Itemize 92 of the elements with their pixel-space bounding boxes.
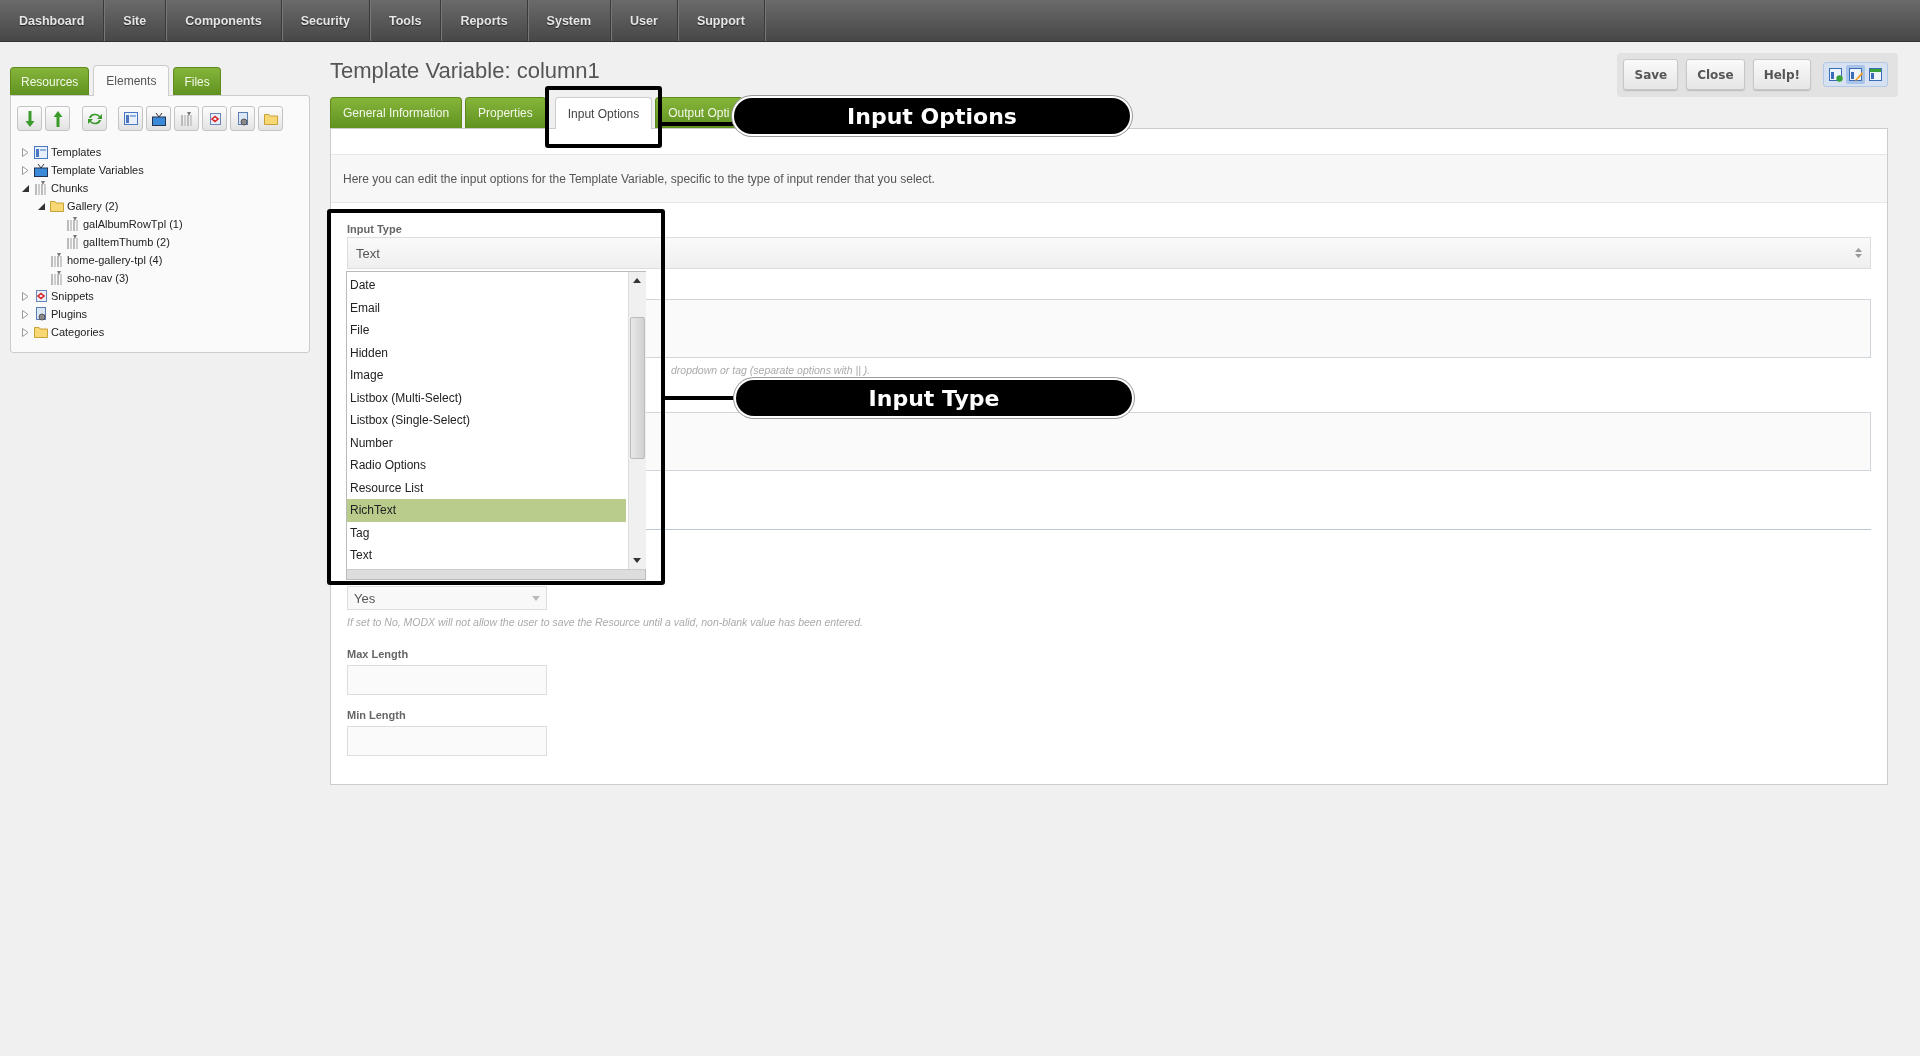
folder-icon: [50, 200, 64, 212]
dropdown-option[interactable]: Email: [347, 296, 628, 319]
expand-arrow-icon[interactable]: [22, 309, 29, 319]
document-gear-icon: [34, 307, 48, 321]
nav-menu-item[interactable]: Dashboard: [0, 0, 105, 41]
up-arrow-icon: [52, 110, 63, 127]
folder-icon: [263, 112, 278, 125]
tree-item[interactable]: Plugins: [51, 308, 88, 320]
dropdown-option[interactable]: Number: [347, 431, 628, 454]
action-button[interactable]: Close: [1686, 59, 1745, 90]
tree-item[interactable]: galAlbumRowTpl (1): [83, 218, 183, 230]
tree-item[interactable]: Template Variables: [51, 164, 144, 176]
expand-arrow-icon[interactable]: [22, 147, 29, 157]
panel-tab[interactable]: Elements: [93, 65, 170, 96]
bars-icon: [50, 253, 64, 267]
nav-menu-item[interactable]: Tools: [369, 0, 442, 41]
layout-pencil-icon: [1848, 67, 1863, 82]
dropdown-option[interactable]: Resource List: [347, 476, 628, 499]
description-text: Here you can edit the input options for the Template Variable, specific to the type of input render that you select.: [343, 171, 935, 186]
nav-menu-item[interactable]: Support: [677, 0, 765, 41]
view-button[interactable]: [1866, 65, 1885, 84]
nav-menu-item[interactable]: Security: [281, 0, 370, 41]
dropdown-option[interactable]: Listbox (Multi-Select): [347, 386, 628, 409]
expand-arrow-icon[interactable]: [22, 291, 29, 301]
hint-text: If set to No, MODX will not allow the user to save the Resource until a valid, non-blank value has been entered.: [347, 616, 863, 628]
up-down-caret-icon: [1855, 248, 1862, 258]
view-button[interactable]: [1846, 65, 1865, 84]
bars-icon: [179, 111, 194, 126]
nav-menu-item[interactable]: Site: [104, 0, 167, 41]
refresh-icon: [86, 111, 103, 126]
action-button[interactable]: Save: [1623, 59, 1679, 90]
tree-item[interactable]: galItemThumb (2): [83, 236, 170, 248]
field-label: Min Length: [347, 709, 406, 723]
form-tab[interactable]: Input Options: [554, 97, 653, 129]
scroll-icon: [34, 289, 48, 303]
tree-item[interactable]: Gallery (2): [67, 200, 119, 212]
dropdown-option[interactable]: Tag: [347, 521, 628, 544]
field-label: Max Length: [347, 648, 409, 662]
bars-icon: [66, 235, 80, 249]
tree-item[interactable]: soho-nav (3): [67, 272, 129, 284]
bars-icon: [66, 217, 80, 231]
layout-icon: [34, 145, 48, 159]
nav-menu-item[interactable]: Reports: [441, 0, 528, 41]
nav-menu-item[interactable]: System: [527, 0, 612, 41]
document-gear-icon: [235, 111, 250, 126]
tree-item[interactable]: Categories: [51, 326, 105, 338]
scrollbar[interactable]: [628, 272, 646, 569]
field-label: Input Type: [347, 223, 402, 237]
callout-label: Input Type: [736, 380, 1132, 416]
bars-icon: [50, 271, 64, 285]
nav-menu-item[interactable]: User: [611, 0, 678, 41]
dropdown-option[interactable]: Listbox (Single-Select): [347, 409, 628, 432]
television-icon: [151, 111, 166, 126]
dropdown-option[interactable]: Radio Options: [347, 454, 628, 477]
input-field[interactable]: [347, 665, 547, 695]
expand-arrow-icon[interactable]: [22, 165, 29, 175]
yes-no-select[interactable]: Yes: [347, 586, 547, 610]
dropdown-option[interactable]: RichText: [347, 499, 626, 522]
dropdown-option[interactable]: File: [347, 319, 628, 342]
toolbar-button[interactable]: [146, 106, 171, 131]
scroll-up-arrow-icon: [633, 278, 641, 283]
tree-item[interactable]: Chunks: [51, 182, 89, 194]
scroll-down-arrow-icon: [633, 557, 641, 563]
input-field[interactable]: [347, 726, 547, 756]
down-arrow-icon: [24, 110, 35, 127]
input-type-select[interactable]: Text: [347, 237, 1871, 269]
callout-label: Input Options: [734, 98, 1130, 134]
bars-icon: [34, 181, 48, 195]
dropdown-option[interactable]: Hidden: [347, 341, 628, 364]
view-button[interactable]: [1826, 65, 1845, 84]
folder-icon: [34, 326, 48, 338]
action-button[interactable]: Help!: [1752, 59, 1811, 90]
dropdown-option[interactable]: Image: [347, 364, 628, 387]
dropdown-option[interactable]: Date: [347, 274, 628, 297]
collapse-arrow-icon[interactable]: [22, 184, 29, 192]
collapse-arrow-icon[interactable]: [38, 202, 45, 210]
scrollbar-thumb[interactable]: [630, 317, 645, 459]
layout-plus-icon: [1828, 67, 1843, 82]
tree-item[interactable]: Snippets: [51, 290, 94, 302]
caret-icon: [532, 595, 540, 601]
hint-text: dropdown or tag (separate options with || ).: [671, 364, 871, 376]
toolbar-button[interactable]: [230, 106, 255, 131]
tree-item[interactable]: home-gallery-tpl (4): [67, 254, 163, 266]
tree-item[interactable]: Templates: [51, 146, 102, 158]
page-title: Template Variable: column1: [330, 58, 600, 84]
scroll-icon: [207, 111, 222, 126]
expand-arrow-icon[interactable]: [22, 327, 29, 337]
dropdown-option[interactable]: Text: [347, 544, 628, 567]
layout-icon: [123, 112, 138, 125]
television-icon: [34, 163, 48, 177]
layout-icon: [1868, 67, 1883, 82]
nav-menu-item[interactable]: Components: [166, 0, 282, 41]
